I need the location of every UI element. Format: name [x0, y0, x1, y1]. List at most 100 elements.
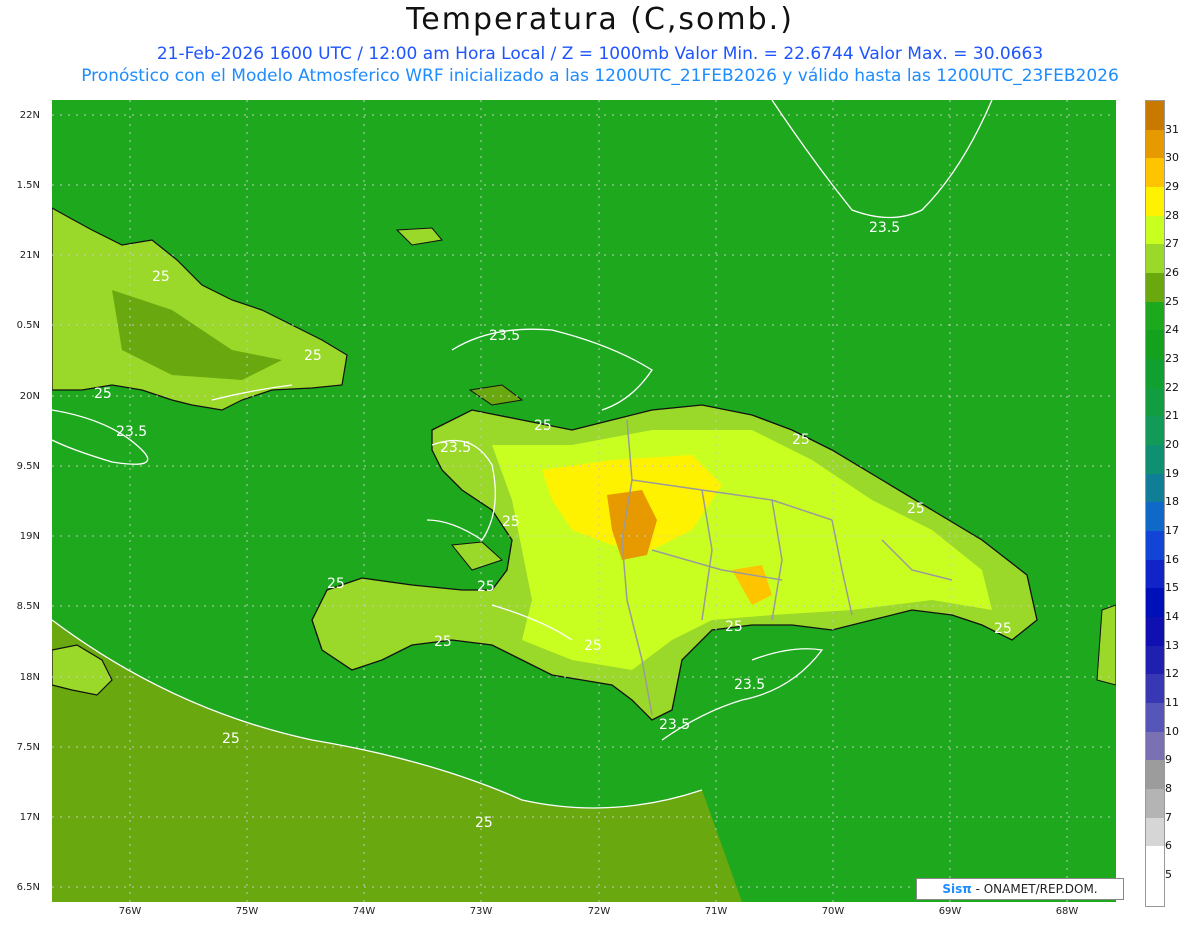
lat-label: 0.5N — [16, 320, 40, 331]
colorbar-swatch — [1146, 846, 1164, 906]
colorbar-swatch — [1146, 703, 1164, 732]
model-info-line: Pronóstico con el Modelo Atmosferico WRF… — [81, 66, 1119, 86]
lon-label: 71W — [704, 906, 728, 917]
colorbar-swatch — [1146, 674, 1164, 703]
colorbar-swatch — [1146, 560, 1164, 588]
contour-label: 25 — [152, 269, 170, 285]
temperature-map: 23.5 23.5 23.5 23.5 23.5 23.5 25 25 25 2… — [52, 100, 1116, 902]
colorbar-label: 17 — [1165, 524, 1179, 537]
colorbar-swatch — [1146, 617, 1164, 646]
colorbar-label: 14 — [1165, 610, 1179, 623]
colorbar-swatch — [1146, 388, 1164, 416]
colorbar-swatch — [1146, 818, 1164, 846]
colorbar-swatch — [1146, 302, 1164, 330]
colorbar-label: 22 — [1165, 381, 1179, 394]
lat-label: 9.5N — [16, 461, 40, 472]
colorbar-label: 13 — [1165, 639, 1179, 652]
lat-label: 8.5N — [16, 601, 40, 612]
colorbar-label: 23 — [1165, 352, 1179, 365]
colorbar-swatch — [1146, 158, 1164, 187]
lat-label: 20N — [19, 391, 40, 402]
lon-label: 70W — [821, 906, 845, 917]
lat-label: 21N — [19, 250, 40, 261]
colorbar-swatch — [1146, 359, 1164, 388]
lon-label: 76W — [118, 906, 142, 917]
lat-label: 19N — [19, 531, 40, 542]
contour-label: 25 — [534, 418, 552, 434]
lon-label: 73W — [469, 906, 493, 917]
colorbar-label: 16 — [1165, 553, 1179, 566]
colorbar-label: 30 — [1165, 151, 1179, 164]
contour-label: 23.5 — [869, 220, 900, 236]
lat-label: 1.5N — [16, 180, 40, 191]
credit-box: Sisπ - ONAMET/REP.DOM. — [916, 878, 1124, 900]
credit-brand: Sisπ — [942, 882, 972, 896]
valid-time-line: 21-Feb-2026 1600 UTC / 12:00 am Hora Loc… — [156, 44, 1044, 64]
colorbar-label: 21 — [1165, 409, 1179, 422]
colorbar-swatch — [1146, 760, 1164, 789]
colorbar-label: 19 — [1165, 467, 1179, 480]
contour-label: 25 — [434, 634, 452, 650]
lat-label: 7.5N — [16, 742, 40, 753]
credit-text: - ONAMET/REP.DOM. — [971, 882, 1098, 896]
colorbar-label: 29 — [1165, 180, 1179, 193]
lon-label: 68W — [1055, 906, 1079, 917]
colorbar-label: 15 — [1165, 581, 1179, 594]
contour-label: 25 — [584, 638, 602, 654]
colorbar-label: 5 — [1165, 868, 1172, 881]
colorbar-label: 7 — [1165, 811, 1172, 824]
colorbar-label: 31 — [1165, 123, 1179, 136]
lon-label: 69W — [938, 906, 962, 917]
colorbar-swatch — [1146, 216, 1164, 244]
colorbar-swatch — [1146, 502, 1164, 531]
colorbar-label: 24 — [1165, 323, 1179, 336]
colorbar-swatch — [1146, 187, 1164, 216]
colorbar-label: 12 — [1165, 667, 1179, 680]
colorbar-label: 27 — [1165, 237, 1179, 250]
colorbar-swatch — [1146, 531, 1164, 560]
contour-label: 23.5 — [489, 328, 520, 344]
lat-label: 6.5N — [16, 882, 40, 893]
colorbar-swatch — [1146, 273, 1164, 302]
colorbar-label: 20 — [1165, 438, 1179, 451]
colorbar-label: 8 — [1165, 782, 1172, 795]
contour-label: 25 — [222, 731, 240, 747]
colorbar-swatch — [1146, 588, 1164, 617]
colorbar-swatch — [1146, 646, 1164, 674]
contour-label: 25 — [792, 432, 810, 448]
lon-label: 75W — [235, 906, 259, 917]
contour-label: 25 — [327, 576, 345, 592]
contour-label: 25 — [725, 619, 743, 635]
contour-label: 25 — [304, 348, 322, 364]
colorbar-label: 26 — [1165, 266, 1179, 279]
colorbar-label: 11 — [1165, 696, 1179, 709]
colorbar-label: 10 — [1165, 725, 1179, 738]
contour-label: 23.5 — [440, 440, 471, 456]
lon-label: 72W — [587, 906, 611, 917]
colorbar-swatch — [1146, 445, 1164, 474]
colorbar-swatch — [1146, 244, 1164, 273]
contour-label: 25 — [502, 514, 520, 530]
lat-label: 22N — [19, 110, 40, 121]
colorbar-swatch — [1146, 130, 1164, 158]
contour-label: 25 — [477, 579, 495, 595]
contour-label: 23.5 — [659, 717, 690, 733]
colorbar-swatch — [1146, 732, 1164, 760]
contour-label: 25 — [94, 386, 112, 402]
colorbar-label: 25 — [1165, 295, 1179, 308]
colorbar-swatch — [1146, 101, 1164, 130]
colorbar-label: 6 — [1165, 839, 1172, 852]
lat-label: 18N — [19, 672, 40, 683]
contour-label: 23.5 — [734, 677, 765, 693]
colorbar-label: 9 — [1165, 753, 1172, 766]
lon-label: 74W — [352, 906, 376, 917]
colorbar-swatch — [1146, 789, 1164, 818]
contour-label: 25 — [994, 621, 1012, 637]
colorbar-label: 18 — [1165, 495, 1179, 508]
contour-label: 23.5 — [116, 424, 147, 440]
contour-label: 25 — [907, 501, 925, 517]
map-title: Temperatura (C,somb.) — [406, 2, 794, 37]
colorbar — [1145, 100, 1165, 907]
colorbar-swatch — [1146, 330, 1164, 359]
colorbar-swatch — [1146, 416, 1164, 445]
